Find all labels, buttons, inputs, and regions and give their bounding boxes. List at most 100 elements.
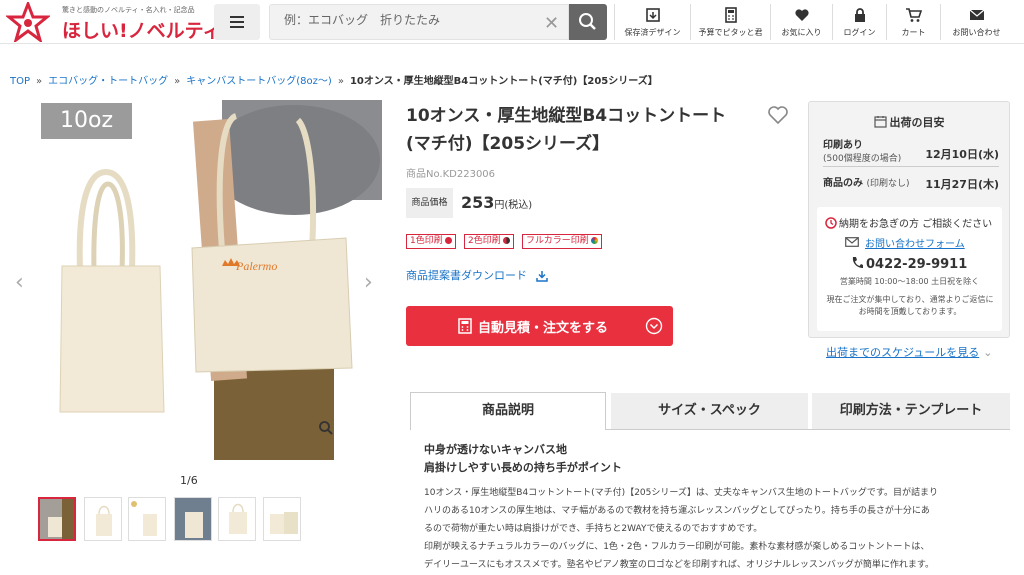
prev-image-button[interactable]: ‹ <box>15 270 24 295</box>
nav-saved-design[interactable]: 保存済デザイン <box>614 4 690 40</box>
next-image-button[interactable]: › <box>364 270 373 295</box>
tab-description[interactable]: 商品説明 <box>410 392 606 430</box>
description-headlines: 中身が透けないキャンバス地 肩掛けしやすい長めの持ち手がポイント <box>424 441 622 477</box>
shipping-estimate-panel: 出荷の目安 印刷あり (500個程度の場合) 12月10日(水) 商品のみ (印… <box>808 101 1010 338</box>
nav-label: お問い合わせ <box>952 28 1001 37</box>
thumbnail-1[interactable] <box>38 497 76 541</box>
price-value: 253 <box>461 193 495 212</box>
mail-icon <box>969 9 984 20</box>
chevron-down-icon: ⌄ <box>983 346 993 359</box>
clear-icon[interactable]: ✕ <box>544 13 559 34</box>
breadcrumb-top[interactable]: TOP <box>10 76 30 87</box>
busy-notice: 現在ご注文が集中しており、通常よりご返信にお時間を頂戴しております。 <box>826 295 994 316</box>
breadcrumb-separator: » <box>36 76 43 87</box>
shipping-row-date: 12月10日(水) <box>925 148 999 161</box>
download-icon <box>535 271 548 282</box>
thumbnail-image <box>40 499 74 539</box>
logo-tagline: 驚きと感動のノベルティ・名入れ・記念品 <box>62 6 195 14</box>
calendar-icon <box>873 116 887 128</box>
site-logo[interactable]: 驚きと感動のノベルティ・名入れ・記念品 ほしい!ノベルティ <box>6 2 222 42</box>
tote-bag-photo: Palermo <box>59 100 382 460</box>
chevron-down-circle-icon <box>645 317 663 335</box>
bag-print-text: Palermo <box>235 259 277 273</box>
favorite-button[interactable] <box>766 104 790 130</box>
nav-favorites[interactable]: お気に入り <box>770 4 832 40</box>
print-tag-label: フルカラー印刷 <box>526 236 589 246</box>
shipping-row-label-text: 商品のみ <box>823 178 863 189</box>
thumbnail-5[interactable] <box>218 497 256 541</box>
phone-icon <box>852 257 863 268</box>
product-main-image[interactable]: Palermo <box>36 100 382 460</box>
product-price: 253円(税込) <box>461 193 532 212</box>
breadcrumb: TOP » エコバッグ・トートバッグ » キャンバストートバッグ(8oz～) » 10オンス… <box>10 72 658 87</box>
shipping-row-date: 11月27日(木) <box>925 178 999 191</box>
urgent-title: 納期をお急ぎの方 ご相談ください <box>825 215 992 230</box>
download-label: 商品提案書ダウンロード <box>406 269 527 282</box>
urgent-contact-box: 納期をお急ぎの方 ご相談ください お問い合わせフォーム 0422-29-9911… <box>817 207 1002 331</box>
cart-icon <box>905 8 922 22</box>
breadcrumb-canvas-tote[interactable]: キャンバストートバッグ(8oz～) <box>186 76 332 87</box>
nav-label: ログイン <box>843 28 876 37</box>
color-dot-icon <box>444 237 452 244</box>
search-button[interactable] <box>569 4 607 40</box>
product-title: 10オンス・厚生地縦型B4コットントート(マチ付)【205シリーズ】 <box>406 106 727 154</box>
nav-contact[interactable]: お問い合わせ <box>940 4 1012 40</box>
schedule-link-label: 出荷までのスケジュールを見る <box>826 346 980 359</box>
description-line: デイリーユースにもオススメです。塾名やピアノ教室のロゴなどを印刷すれば、オリジナ… <box>424 560 934 570</box>
thumbnail-6[interactable] <box>263 497 301 541</box>
print-tag-label: 1色印刷 <box>410 236 443 246</box>
description-headline: 肩掛けしやすい長めの持ち手がポイント <box>424 461 622 474</box>
phone-number-label: 0422-29-9911 <box>866 257 968 272</box>
logo-text: ほしい!ノベルティ <box>62 20 222 42</box>
thumbnail-4[interactable] <box>174 497 212 541</box>
price-unit: 円(税込) <box>494 200 533 211</box>
nav-label: お気に入り <box>781 28 822 37</box>
thumbnail-3[interactable] <box>128 497 166 541</box>
download-proposal-link[interactable]: 商品提案書ダウンロード <box>406 267 549 283</box>
nav-login[interactable]: ログイン <box>832 4 886 40</box>
divider <box>823 166 999 167</box>
tab-size-spec[interactable]: サイズ・スペック <box>611 393 808 429</box>
thumbnail-image <box>219 498 255 540</box>
tab-print-template[interactable]: 印刷方法・テンプレート <box>812 393 1010 429</box>
nav-cart[interactable]: カート <box>886 4 940 40</box>
breadcrumb-current: 10オンス・厚生地縦型B4コットントート(マチ付)【205シリーズ】 <box>349 76 658 87</box>
breadcrumb-ecobag[interactable]: エコバッグ・トートバッグ <box>48 76 168 87</box>
mail-outline-icon <box>845 237 859 247</box>
search-box: ✕ <box>269 4 569 40</box>
price-label: 商品価格 <box>406 188 453 218</box>
nav-budget[interactable]: 予算でピタッと君 <box>690 4 770 40</box>
menu-button[interactable] <box>214 4 260 40</box>
description-headline: 中身が透けないキャンバス地 <box>424 443 567 456</box>
star-logo-icon <box>6 2 50 42</box>
description-line: るので荷物が重たい時は肩掛けができ、手持ちと2WAYで使えるのでおすすめです。 <box>424 524 763 534</box>
thumbnail-2[interactable] <box>84 497 122 541</box>
color-dot-icon <box>502 237 510 244</box>
saved-design-icon <box>645 8 660 22</box>
business-hours: 営業時間 10:00～18:00 土日祝を除く <box>839 277 980 286</box>
print-tag-fullcolor: フルカラー印刷 <box>522 234 602 249</box>
site-header: 驚きと感動のノベルティ・名入れ・記念品 ほしい!ノベルティ ✕ 保存済デザイン … <box>0 0 1024 44</box>
shipping-schedule-link[interactable]: 出荷までのスケジュールを見る ⌄ <box>826 344 992 360</box>
phone-number[interactable]: 0422-29-9911 <box>851 256 967 272</box>
order-button-label: 自動見積・注文をする <box>478 321 609 336</box>
shipping-row-plain: 商品のみ (印刷なし) 11月27日(木) <box>823 174 999 191</box>
breadcrumb-separator: » <box>337 76 344 87</box>
thumbnail-image <box>129 498 165 540</box>
thumbnail-image <box>175 498 211 540</box>
zoom-button[interactable] <box>318 420 334 440</box>
breadcrumb-separator: » <box>174 76 181 87</box>
contact-form-link[interactable]: お問い合わせフォーム <box>865 235 965 250</box>
shipping-heading: 出荷の目安 <box>809 114 1009 130</box>
order-button[interactable]: 自動見積・注文をする <box>406 306 673 346</box>
clock-icon <box>825 217 837 229</box>
zoom-icon <box>319 421 333 435</box>
color-dot-icon <box>590 237 598 244</box>
description-body: 10オンス・厚生地縦型B4コットントート(マチ付)【205シリーズ】は、丈夫なキ… <box>424 484 1004 574</box>
search-input[interactable] <box>284 13 534 27</box>
description-line: 10オンス・厚生地縦型B4コットントート(マチ付)【205シリーズ】は、丈夫なキ… <box>424 488 939 498</box>
product-number: 商品No.KD223006 <box>406 169 496 180</box>
tab-underline <box>606 429 1010 430</box>
print-tag-1color: 1色印刷 <box>406 234 456 249</box>
heart-outline-icon <box>768 106 788 125</box>
